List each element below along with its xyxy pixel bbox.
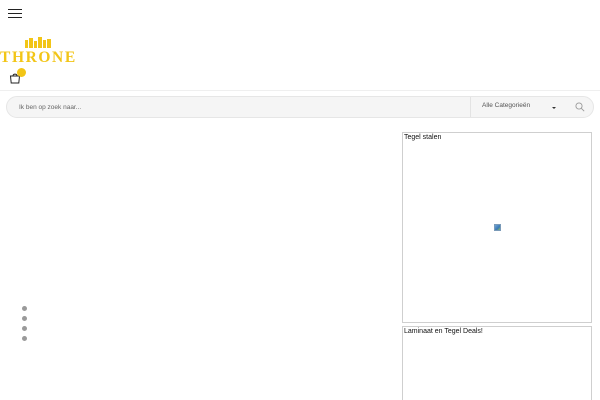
cart-count-badge <box>17 68 26 77</box>
hamburger-line <box>8 13 22 15</box>
card-title: Tegel stalen <box>404 134 442 141</box>
castle-crown-icon <box>25 37 51 48</box>
card-title: Laminaat en Tegel Deals! <box>404 328 483 335</box>
menu-toggle-button[interactable] <box>8 9 22 19</box>
search-divider <box>470 97 471 117</box>
logo-text: THRONE <box>0 49 77 66</box>
header-divider <box>0 90 600 91</box>
slider-dot[interactable] <box>22 336 27 341</box>
chevron-down-icon[interactable] <box>552 107 556 109</box>
slider-dot[interactable] <box>22 326 27 331</box>
promo-card-deals[interactable]: Laminaat en Tegel Deals! <box>402 326 592 400</box>
broken-image-icon <box>494 224 501 231</box>
hamburger-line <box>8 17 22 19</box>
search-icon[interactable] <box>575 102 585 112</box>
slider-pagination <box>22 306 28 342</box>
promo-card-tile-samples[interactable]: Tegel stalen <box>402 132 592 323</box>
hamburger-line <box>8 9 22 11</box>
category-select[interactable]: Alle Categorieën <box>482 102 562 113</box>
slider-dot[interactable] <box>22 316 27 321</box>
search-bar: Alle Categorieën <box>6 96 594 118</box>
slider-dot[interactable] <box>22 306 27 311</box>
search-input[interactable] <box>19 101 459 114</box>
site-logo[interactable]: THRONE <box>0 37 80 67</box>
